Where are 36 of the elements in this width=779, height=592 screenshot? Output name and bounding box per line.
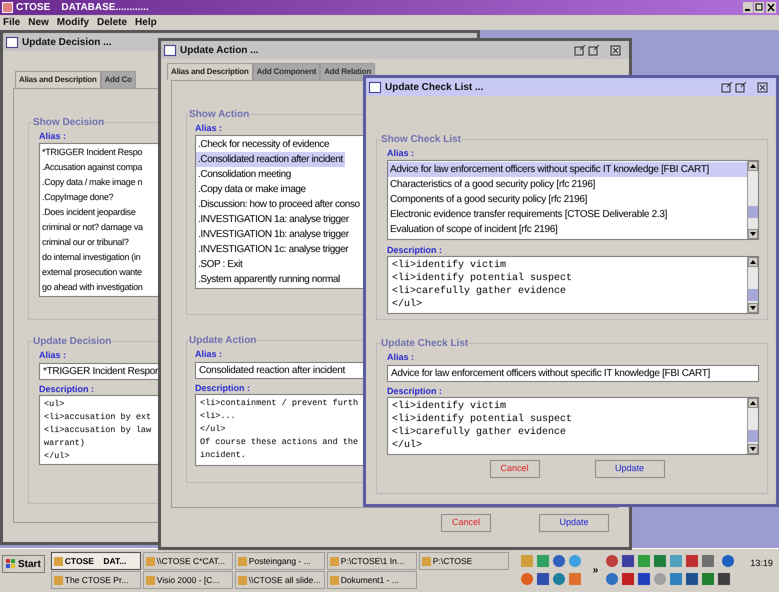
description-line: <ul> (44, 398, 64, 411)
field-label: Description : (39, 383, 94, 395)
window-title: Update Decision ... (22, 36, 112, 50)
description-line: <li>carefully gather evidence (392, 285, 566, 298)
description-line: <li>accusation by ext (44, 411, 152, 424)
description-line: <li>... (200, 410, 236, 423)
group-title: Update Check List (381, 337, 468, 351)
group-title: Update Decision (33, 335, 112, 349)
field-label: Alias : (39, 349, 66, 361)
field-label: Alias : (387, 351, 414, 363)
description-line: </ul> (200, 423, 226, 436)
description-line: Of course these actions and the (200, 436, 358, 449)
field-label: Description : (195, 382, 250, 394)
group-title: Update Action (189, 334, 256, 348)
description-line: <li>identify potential suspect (392, 272, 572, 285)
group-title: Show Action (189, 108, 250, 122)
group-title: Show Decision (33, 116, 104, 130)
field-label: Description : (387, 244, 442, 256)
field-label: Alias : (39, 130, 66, 142)
clock: 13:19 (750, 557, 773, 570)
description-line: </ul> (392, 298, 422, 311)
app-title: CTOSE DATABASE............ (16, 1, 149, 15)
field-label: Alias : (195, 348, 222, 360)
description-line: <li>identify victim (392, 259, 506, 272)
field-label: Description : (387, 385, 442, 397)
window-title: Update Action ... (180, 44, 259, 58)
description-line: </ul> (392, 439, 422, 452)
description-line: warrant) (44, 437, 85, 450)
description-line: incident. (200, 449, 246, 462)
group-title: Show Check List (381, 133, 462, 147)
description-line: <li>containment / prevent furth (200, 397, 358, 410)
field-label: Alias : (387, 147, 414, 159)
window-title: Update Check List ... (385, 80, 484, 94)
description-line: </ul> (44, 450, 70, 463)
description-line: <li>accusation by law (44, 424, 152, 437)
field-label: Alias : (195, 122, 222, 134)
